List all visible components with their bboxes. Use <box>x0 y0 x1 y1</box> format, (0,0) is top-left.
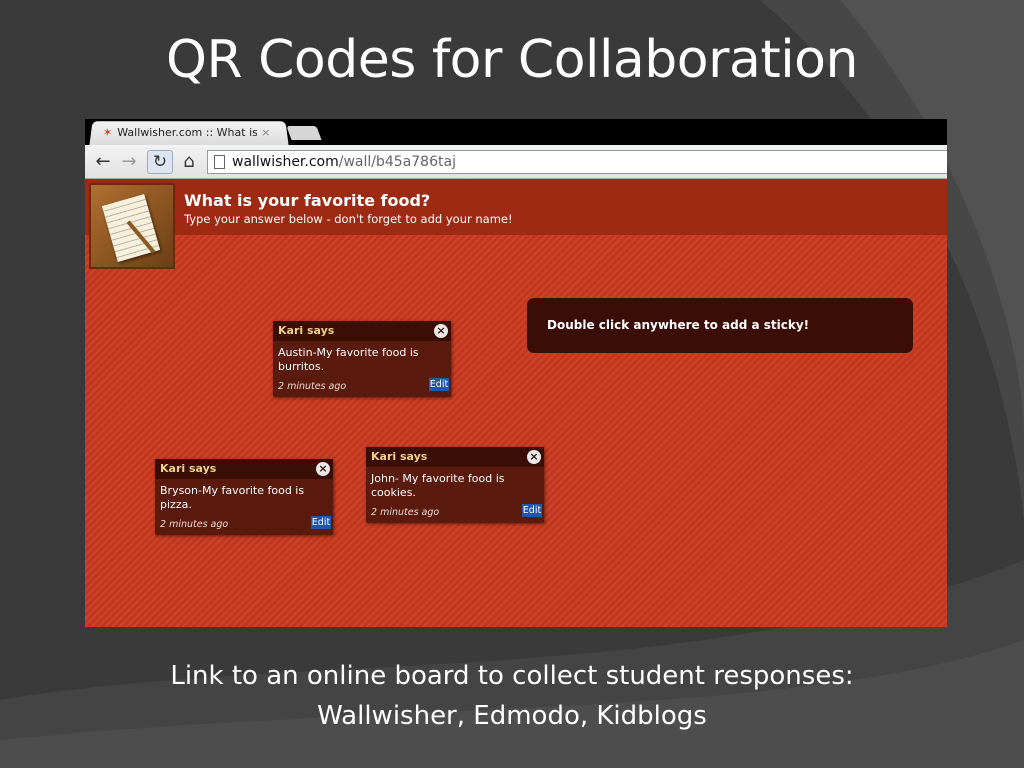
url-host: wallwisher.com <box>232 154 339 170</box>
wall-page[interactable]: What is your favorite food? Type your an… <box>85 179 947 627</box>
edit-button[interactable]: Edit <box>429 378 449 391</box>
wall-subtitle: Type your answer below - don't forget to… <box>184 212 513 226</box>
tab-bar: ✶ Wallwisher.com :: What is y × <box>85 119 947 146</box>
slide-title: QR Codes for Collaboration <box>166 30 858 90</box>
close-icon[interactable]: × <box>434 324 448 338</box>
wall-notebook-icon <box>89 183 175 269</box>
forward-arrow-icon[interactable]: → <box>117 151 141 173</box>
close-icon[interactable]: × <box>527 450 541 464</box>
close-icon[interactable]: × <box>316 462 330 476</box>
add-sticky-hint: Double click anywhere to add a sticky! <box>527 298 913 353</box>
url-path: /wall/b45a786taj <box>338 154 456 170</box>
caption-line-1: Link to an online board to collect stude… <box>170 661 854 691</box>
sticky-timestamp: 2 minutes ago <box>371 507 440 518</box>
sticky-text: Austin-My favorite food is burritos. <box>278 346 419 373</box>
sticky-text: Bryson-My favorite food is pizza. <box>160 484 305 511</box>
favicon-icon: ✶ <box>103 125 113 139</box>
sticky-author: Kari says <box>273 321 451 341</box>
sticky-note[interactable]: Kari says × Bryson-My favorite food is p… <box>155 459 333 535</box>
caption-line-2: Wallwisher, Edmodo, Kidblogs <box>317 701 707 731</box>
sticky-note[interactable]: Kari says × Austin-My favorite food is b… <box>273 321 451 397</box>
tab-close-icon[interactable]: × <box>261 126 270 139</box>
wall-title: What is your favorite food? <box>184 191 431 210</box>
browser-toolbar: ← → ↻ ⌂ wallwisher.com/wall/b45a786taj <box>85 145 947 179</box>
browser-tab-content[interactable]: ✶ Wallwisher.com :: What is y × <box>103 124 283 140</box>
slide-caption: Link to an online board to collect stude… <box>0 656 1024 736</box>
sticky-author: Kari says <box>155 459 333 479</box>
address-bar[interactable]: wallwisher.com/wall/b45a786taj <box>207 150 947 174</box>
edit-button[interactable]: Edit <box>522 504 542 517</box>
sticky-timestamp: 2 minutes ago <box>160 519 229 530</box>
browser-screenshot: ✶ Wallwisher.com :: What is y × ← → ↻ ⌂ … <box>85 119 947 627</box>
back-arrow-icon[interactable]: ← <box>91 151 115 173</box>
sticky-timestamp: 2 minutes ago <box>278 381 347 392</box>
sticky-author: Kari says <box>366 447 544 467</box>
page-icon <box>214 155 225 169</box>
tab-title: Wallwisher.com :: What is y <box>117 125 258 139</box>
home-icon[interactable]: ⌂ <box>177 151 201 173</box>
edit-button[interactable]: Edit <box>311 516 331 529</box>
sticky-text: John- My favorite food is cookies. <box>371 472 505 499</box>
sticky-note[interactable]: Kari says × John- My favorite food is co… <box>366 447 544 523</box>
new-tab-button[interactable] <box>286 126 322 140</box>
wall-header: What is your favorite food? Type your an… <box>85 179 947 235</box>
reload-icon[interactable]: ↻ <box>147 150 173 174</box>
